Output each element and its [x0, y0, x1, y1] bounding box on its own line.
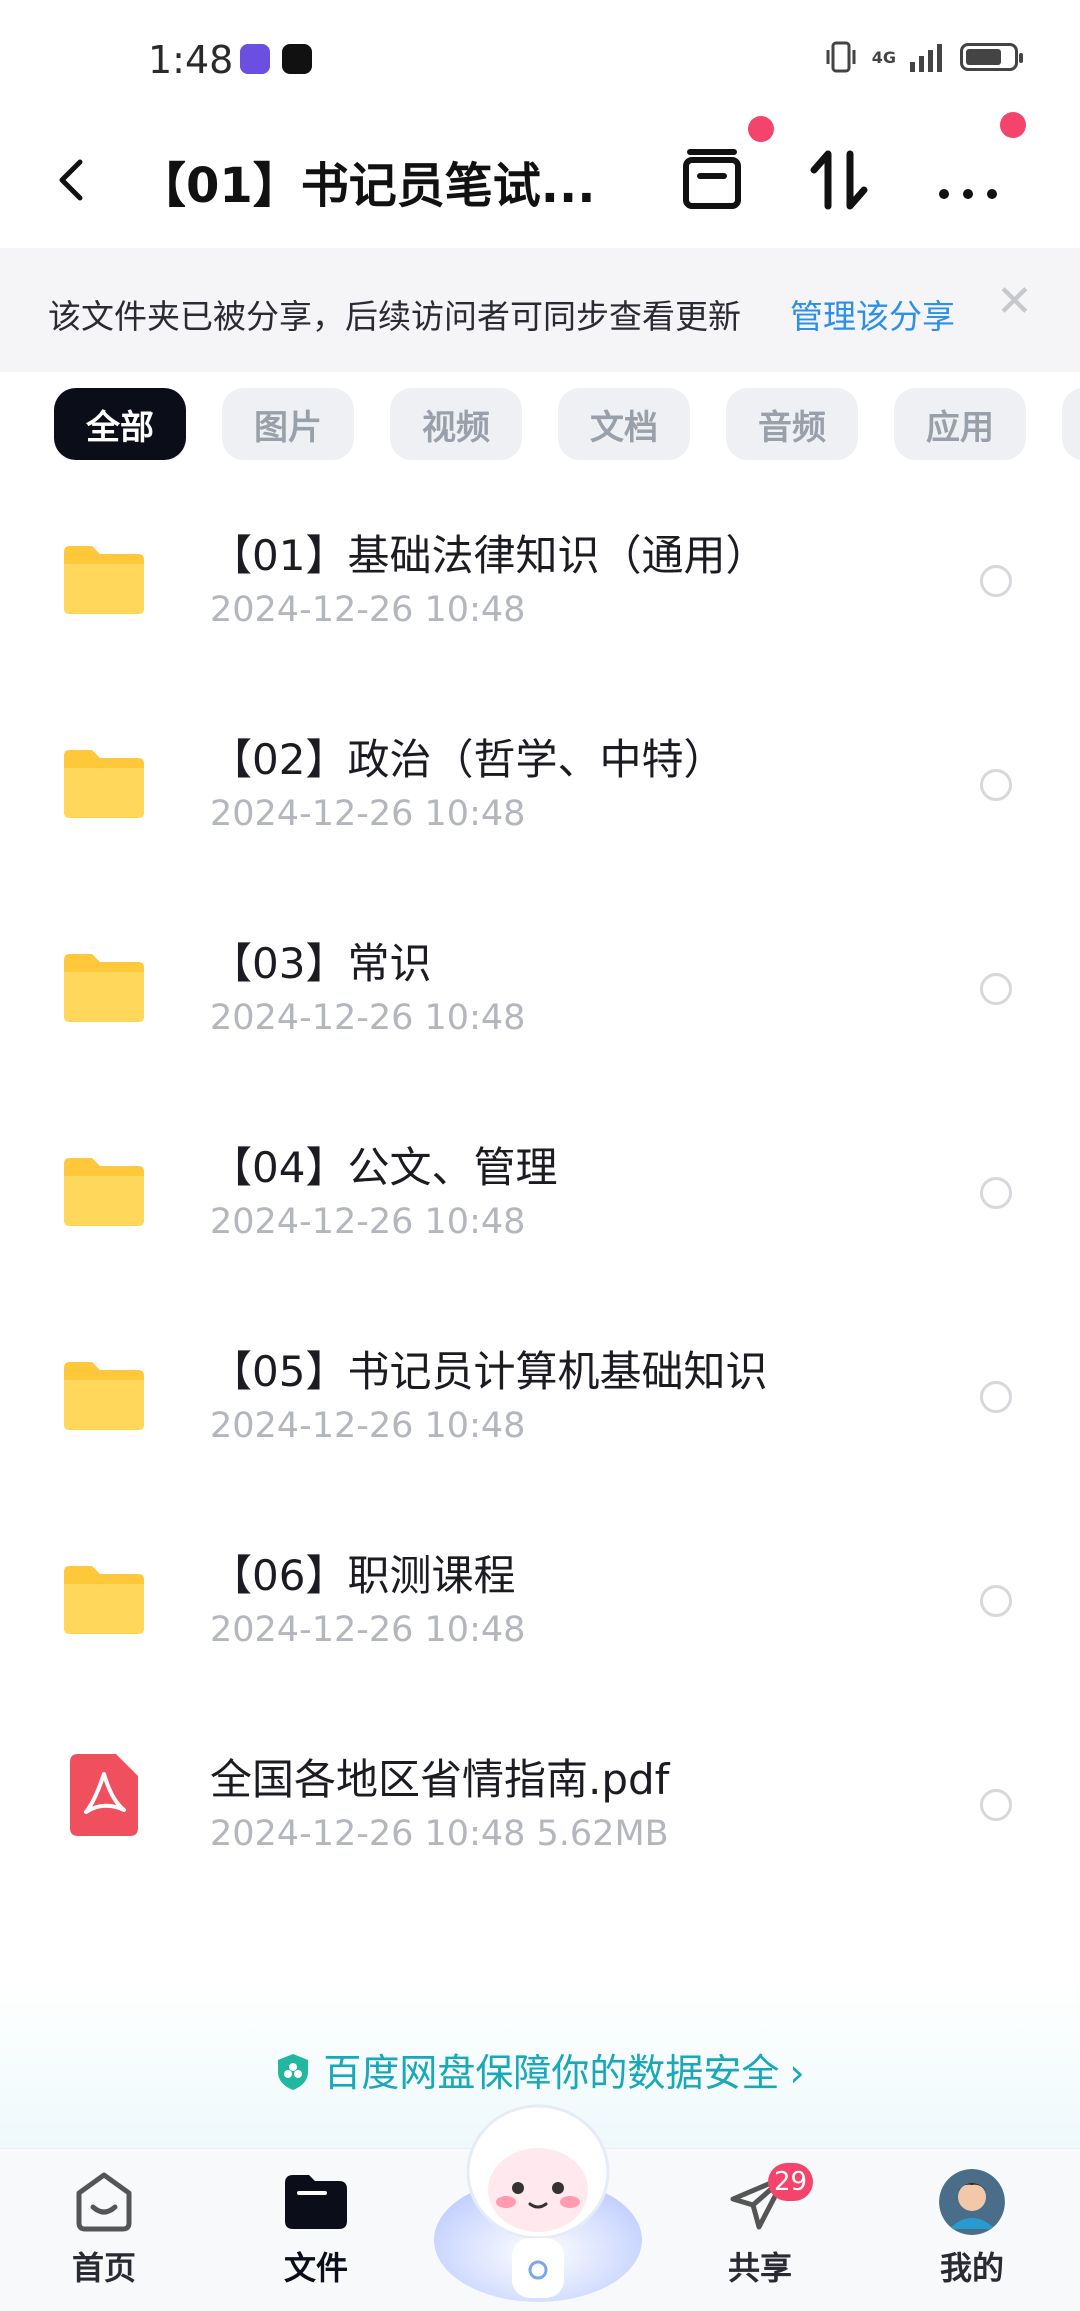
network-type-label: 4G — [871, 47, 896, 67]
back-button[interactable] — [48, 150, 98, 210]
more-options-button[interactable] — [932, 140, 1004, 220]
more-red-dot — [1000, 112, 1026, 138]
notification-app-icon — [240, 44, 270, 74]
manage-share-link[interactable]: 管理该分享 — [790, 290, 955, 338]
folder-icon — [64, 1362, 144, 1430]
nav-share-label: 共享 — [727, 2249, 792, 2287]
status-bar: 1:48 4G — [0, 0, 1080, 120]
tab-videos[interactable]: 视频 — [390, 388, 522, 460]
tiktok-app-icon — [282, 44, 312, 74]
page-title: 【01】书记员笔试... — [138, 158, 596, 214]
filter-tabs: 全部 图片 视频 文档 音频 应用 — [54, 388, 1080, 460]
folder-icon — [64, 750, 144, 818]
file-meta: 2024-12-26 10:48 — [210, 1610, 526, 1650]
file-name: 【02】政治（哲学、中特） — [210, 735, 726, 784]
pdf-file-icon — [70, 1754, 138, 1836]
file-name: 【04】公文、管理 — [210, 1143, 558, 1192]
folder-icon — [64, 1158, 144, 1226]
select-radio[interactable] — [980, 973, 1012, 1005]
nav-files-label: 文件 — [283, 2249, 348, 2287]
file-meta: 2024-12-26 10:48 — [210, 998, 526, 1038]
security-notice-link[interactable]: 百度网盘保障你的数据安全 › — [0, 2042, 1080, 2097]
folder-icon — [64, 546, 144, 614]
sort-button[interactable] — [804, 140, 876, 220]
nav-me-label: 我的 — [939, 2249, 1004, 2287]
file-row[interactable]: 【01】基础法律知识（通用） 2024-12-26 10:48 — [0, 500, 1080, 704]
select-radio[interactable] — [980, 1381, 1012, 1413]
status-indicators: 4G — [824, 40, 1023, 74]
file-meta: 2024-12-26 10:48 5.62MB — [210, 1814, 669, 1854]
file-meta: 2024-12-26 10:48 — [210, 590, 526, 630]
tab-images[interactable]: 图片 — [222, 388, 354, 460]
tab-audio[interactable]: 音频 — [726, 388, 858, 460]
nav-files[interactable]: 文件 — [256, 2169, 376, 2289]
folder-icon — [64, 1566, 144, 1634]
shield-icon — [278, 2054, 309, 2090]
file-name: 【05】书记员计算机基础知识 — [210, 1347, 768, 1396]
avatar — [939, 2169, 1005, 2235]
file-meta: 2024-12-26 10:48 — [210, 794, 526, 834]
file-row[interactable]: 【05】书记员计算机基础知识 2024-12-26 10:48 — [0, 1316, 1080, 1520]
tab-all[interactable]: 全部 — [54, 388, 186, 460]
share-banner-message: 该文件夹已被分享，后续访问者可同步查看更新 — [48, 297, 741, 336]
archive-button[interactable] — [676, 140, 748, 220]
file-row[interactable]: 【03】常识 2024-12-26 10:48 — [0, 908, 1080, 1112]
status-time: 1:48 — [148, 38, 234, 82]
security-notice-text: 百度网盘保障你的数据安全 — [323, 2051, 780, 2095]
file-name: 【01】基础法律知识（通用） — [210, 531, 768, 580]
file-row[interactable]: 【04】公文、管理 2024-12-26 10:48 — [0, 1112, 1080, 1316]
nav-home-label: 首页 — [71, 2249, 136, 2287]
header-bar: 【01】书记员笔试... — [0, 112, 1080, 245]
files-icon — [285, 2175, 347, 2229]
file-name: 全国各地区省情指南.pdf — [210, 1755, 670, 1804]
tab-documents[interactable]: 文档 — [558, 388, 690, 460]
file-name: 【03】常识 — [210, 939, 432, 988]
select-radio[interactable] — [980, 565, 1012, 597]
file-meta: 2024-12-26 10:48 — [210, 1406, 526, 1446]
share-banner: 该文件夹已被分享，后续访问者可同步查看更新 管理该分享 ✕ — [0, 248, 1080, 372]
share-badge: 29 — [768, 2163, 814, 2201]
file-row[interactable]: 【06】职测课程 2024-12-26 10:48 — [0, 1520, 1080, 1724]
close-banner-button[interactable]: ✕ — [996, 280, 1033, 324]
select-radio[interactable] — [980, 1789, 1012, 1821]
tab-apps[interactable]: 应用 — [894, 388, 1026, 460]
file-row[interactable]: 【02】政治（哲学、中特） 2024-12-26 10:48 — [0, 704, 1080, 908]
nav-share[interactable]: 29 共享 — [700, 2163, 820, 2289]
folder-icon — [64, 954, 144, 1022]
select-radio[interactable] — [980, 1585, 1012, 1617]
archive-red-dot — [748, 116, 774, 142]
signal-icon — [910, 44, 942, 72]
battery-icon — [960, 43, 1023, 71]
chevron-right-icon: › — [789, 2051, 805, 2095]
nav-home[interactable]: 首页 — [44, 2169, 164, 2289]
select-radio[interactable] — [980, 769, 1012, 801]
mascot-assistant-button[interactable] — [430, 2090, 646, 2310]
home-icon — [76, 2172, 132, 2232]
vibrate-icon — [826, 41, 856, 73]
tab-more-partial[interactable] — [1062, 388, 1080, 460]
file-meta: 2024-12-26 10:48 — [210, 1202, 526, 1242]
select-radio[interactable] — [980, 1177, 1012, 1209]
file-name: 【06】职测课程 — [210, 1551, 516, 1600]
nav-me[interactable]: 我的 — [912, 2169, 1032, 2289]
file-row[interactable]: 全国各地区省情指南.pdf 2024-12-26 10:48 5.62MB — [0, 1724, 1080, 1928]
